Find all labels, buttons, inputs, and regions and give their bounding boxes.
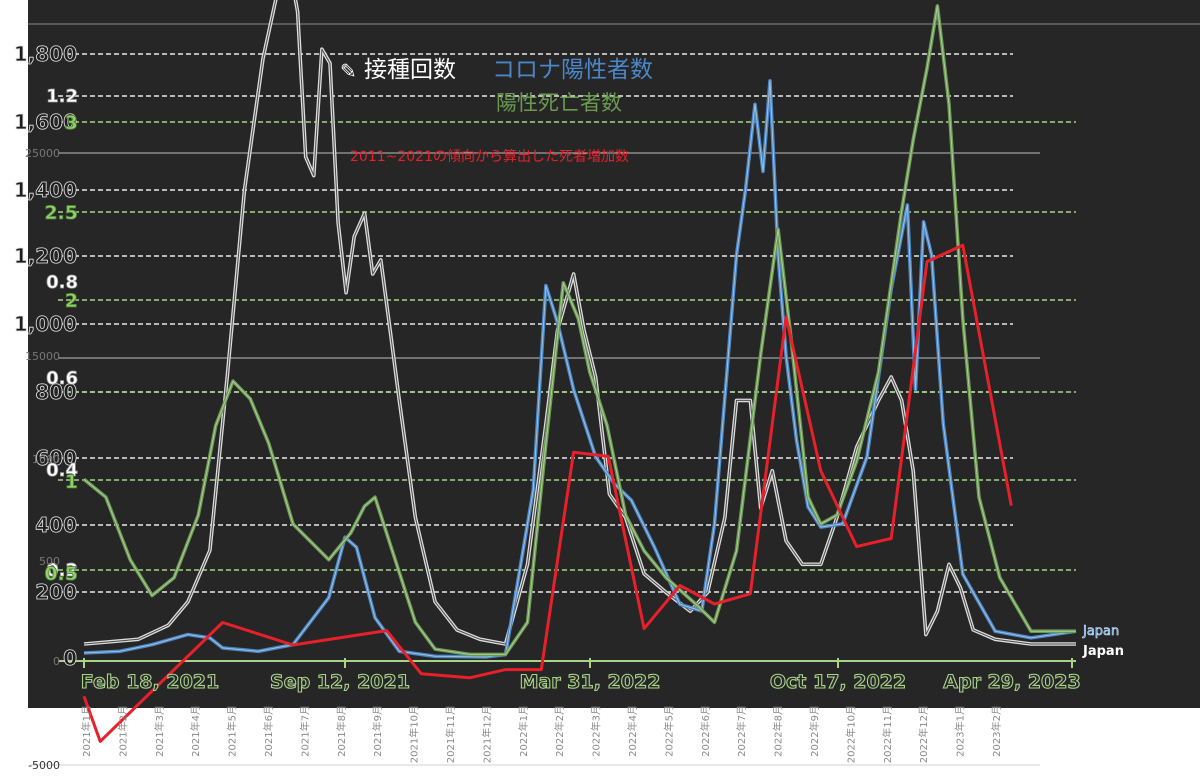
tick-label-left: 1,800 [14, 42, 77, 66]
tick-label-green: 3 [65, 112, 78, 134]
month-label: 2022年6月 [699, 705, 712, 757]
month-label: 2022年10月 [844, 705, 857, 763]
month-label: 2022年1月 [517, 705, 530, 757]
end-label-cases: Japan [1082, 624, 1119, 639]
month-label: 2022年3月 [590, 705, 603, 757]
date-label: Oct 17, 2022 [770, 671, 906, 693]
chart: 02004006008001,0001,2001,4001,6001,8000.… [13, 0, 1200, 772]
legend-vaccinations: 接種回数 [364, 57, 456, 83]
month-label: 2022年9月 [808, 705, 821, 757]
legend-cases: コロナ陽性者数 [492, 57, 653, 83]
legend-excess: 2011~2021の傾向から算出した死者増加数 [350, 149, 629, 165]
month-label: 2021年7月 [298, 705, 311, 757]
date-label: Sep 12, 2021 [270, 671, 410, 693]
date-label: Feb 18, 2021 [81, 671, 219, 693]
month-label: 2022年7月 [735, 705, 748, 757]
month-label: 2021年10月 [408, 705, 421, 763]
month-label: 2021年1月 [80, 705, 93, 757]
month-label: 2021年9月 [371, 705, 384, 757]
month-label: 2022年12月 [917, 705, 930, 763]
month-label: 2022年8月 [772, 705, 785, 757]
tick-label-left: 1,000 [14, 312, 77, 336]
month-labels: 2021年1月 2021年2月 2021年3月 2021年4月 2021年5月 2021年… [80, 705, 1003, 763]
month-label: 2023年2月 [990, 705, 1003, 757]
tick-label-excess: 0 [53, 655, 60, 668]
tick-label-excess: 500 [39, 555, 60, 568]
tick-label-left: 0 [63, 646, 77, 670]
tick-label-million: 0.6 [46, 368, 78, 389]
date-label: Mar 31, 2022 [520, 671, 661, 693]
tick-label-million: 1.2 [46, 86, 78, 107]
month-label: 2021年8月 [335, 705, 348, 757]
month-label: 2022年11月 [881, 705, 894, 763]
date-label: Apr 29, 2023 [943, 671, 1080, 693]
month-label: 2021年5月 [226, 705, 239, 757]
tick-label-excess: 1000 [32, 453, 60, 466]
month-label: 2021年3月 [153, 705, 166, 757]
legend-deaths: 陽性死亡者数 [496, 91, 622, 115]
tick-label-excess: 15000 [25, 350, 60, 363]
month-label: 2021年4月 [189, 705, 202, 757]
month-label: 2021年12月 [480, 705, 493, 763]
tick-label-excess: 25000 [25, 147, 60, 160]
month-label: 2021年11月 [444, 705, 457, 763]
tick-label-green: 2 [65, 290, 78, 312]
syringe-icon: ✎ [340, 59, 357, 83]
month-label: 2021年6月 [262, 705, 275, 757]
tick-label-left: 1,400 [14, 178, 77, 202]
tick-label-left: 1,200 [14, 244, 77, 268]
tick-label-green: 1 [65, 471, 78, 493]
month-label: 2022年4月 [626, 705, 639, 757]
chart-stage: 0 200 400 600 800 1,000 1,200 1,400 1,600 1,800 0.… [0, 0, 1200, 773]
end-label-vaccinations: Japan [1082, 644, 1124, 659]
tick-label-left: 400 [35, 513, 77, 537]
tick-label-excess: -5000 [28, 759, 60, 772]
month-label: 2021年2月 [116, 705, 129, 757]
month-label: 2022年2月 [553, 705, 566, 757]
month-label: 2023年1月 [954, 705, 967, 757]
month-label: 2022年5月 [662, 705, 675, 757]
tick-label-green: 2.5 [44, 202, 78, 224]
